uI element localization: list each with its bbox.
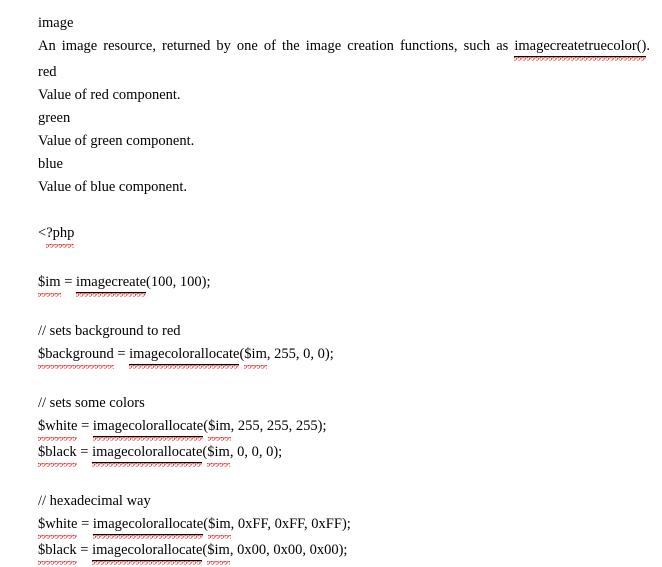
imagecolorallocate-link[interactable]: imagecolorallocate bbox=[92, 539, 203, 565]
document-page: image An image resource, returned by one… bbox=[0, 0, 662, 567]
black-hex-arguments: , 0x00, 0x00, 0x00); bbox=[229, 542, 348, 558]
spacer-before-code bbox=[38, 199, 650, 222]
spacer-before-comment-bg bbox=[38, 297, 650, 320]
code-comment-background: // sets background to red bbox=[38, 323, 181, 339]
assign-operator: = bbox=[77, 516, 93, 532]
spacer-after-open-tag bbox=[38, 248, 650, 271]
php-open-tag-token: ?php bbox=[46, 222, 75, 248]
spacer-before-comment-hex bbox=[38, 467, 650, 490]
var-im-argument: $im bbox=[208, 415, 231, 441]
var-white-token: $white bbox=[38, 415, 78, 441]
var-black-token: $black bbox=[38, 441, 77, 467]
imagecolorallocate-link[interactable]: imagecolorallocate bbox=[92, 513, 204, 539]
param-name-red: red bbox=[38, 64, 57, 80]
var-im-argument: $im bbox=[244, 343, 267, 369]
code-comment-colors: // sets some colors bbox=[38, 395, 145, 411]
white-decimal-arguments: , 255, 255, 255); bbox=[230, 418, 327, 434]
imagecreate-arguments: (100, 100); bbox=[146, 274, 211, 290]
code-line-imagecreate: $im = imagecreate(100, 100); bbox=[38, 271, 650, 297]
code-comment-hexadecimal: // hexadecimal way bbox=[38, 493, 151, 509]
param-name-blue: blue bbox=[38, 156, 63, 172]
code-line-white-hex: $white = imagecolorallocate($im, 0xFF, 0… bbox=[38, 513, 650, 539]
assign-operator: = bbox=[60, 274, 76, 290]
var-im-token: $im bbox=[38, 271, 61, 297]
white-hex-arguments: , 0xFF, 0xFF, 0xFF); bbox=[230, 516, 351, 532]
var-white-token: $white bbox=[38, 513, 78, 539]
param-name-image: image bbox=[38, 15, 74, 31]
code-line-white-decimal: $white = imagecolorallocate($im, 255, 25… bbox=[38, 415, 650, 441]
assign-operator: = bbox=[113, 346, 130, 362]
assign-operator: = bbox=[77, 418, 93, 434]
var-background-token: $background bbox=[38, 343, 114, 369]
param-description-red: Value of red component. bbox=[38, 87, 181, 103]
var-im-argument: $im bbox=[207, 539, 230, 565]
param-name-green: green bbox=[38, 110, 71, 126]
var-im-argument: $im bbox=[207, 441, 230, 467]
var-im-argument: $im bbox=[208, 513, 231, 539]
description-text-after-link: . bbox=[646, 38, 650, 54]
var-black-token: $black bbox=[38, 539, 77, 565]
code-line-black-decimal: $black = imagecolorallocate($im, 0, 0, 0… bbox=[38, 441, 650, 467]
param-description-green: Value of green component. bbox=[38, 133, 195, 149]
background-arguments: , 255, 0, 0); bbox=[266, 346, 334, 362]
param-description-image: An image resource, returned by one of th… bbox=[38, 35, 650, 61]
imagecreate-link[interactable]: imagecreate bbox=[76, 271, 147, 297]
assign-operator: = bbox=[76, 542, 93, 558]
description-text-before-link: An image resource, returned by one of th… bbox=[38, 38, 515, 54]
imagecolorallocate-link[interactable]: imagecolorallocate bbox=[129, 343, 240, 369]
code-line-open-tag: <?php bbox=[38, 222, 650, 248]
assign-operator: = bbox=[76, 444, 93, 460]
code-line-black-hex: $black = imagecolorallocate($im, 0x00, 0… bbox=[38, 539, 650, 565]
angle-bracket: < bbox=[38, 225, 47, 241]
imagecreatetruecolor-link[interactable]: imagecreatetruecolor() bbox=[514, 35, 647, 61]
param-description-blue: Value of blue component. bbox=[38, 179, 187, 195]
black-decimal-arguments: , 0, 0, 0); bbox=[229, 444, 283, 460]
imagecolorallocate-link[interactable]: imagecolorallocate bbox=[92, 441, 203, 467]
code-line-background: $background = imagecolorallocate($im, 25… bbox=[38, 343, 650, 369]
imagecolorallocate-link[interactable]: imagecolorallocate bbox=[92, 415, 204, 441]
spacer-before-comment-colors bbox=[38, 369, 650, 392]
